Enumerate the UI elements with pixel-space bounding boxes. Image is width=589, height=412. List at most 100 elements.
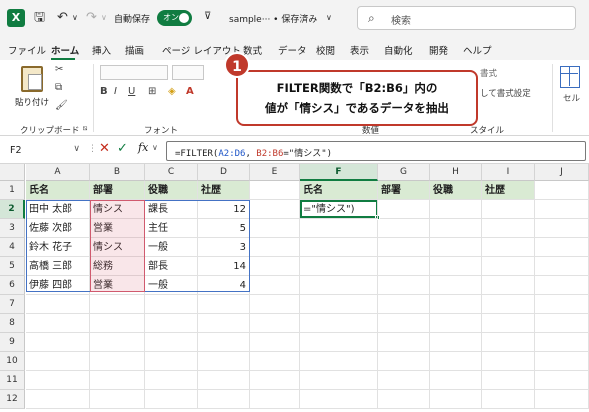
clipboard-launcher-icon[interactable]: ⧅ xyxy=(83,124,87,133)
cells-label[interactable]: セル xyxy=(563,92,580,104)
tab-file[interactable]: ファイル xyxy=(8,43,46,57)
row-header[interactable]: 12 xyxy=(0,390,25,409)
header-cell[interactable]: 役職 xyxy=(145,181,198,200)
font-color-icon[interactable]: A xyxy=(186,86,194,97)
column-header[interactable]: C xyxy=(145,164,198,181)
column-header[interactable]: H xyxy=(430,164,482,181)
name-box-dropdown-icon[interactable]: ∨ xyxy=(73,144,80,154)
row-header[interactable]: 2 xyxy=(0,200,25,219)
table-format-label[interactable]: して書式設定 xyxy=(480,87,531,99)
data-cell[interactable]: 部長 xyxy=(145,257,198,276)
grid-cell[interactable] xyxy=(300,257,378,276)
data-cell[interactable]: 高橋 三郎 xyxy=(26,257,90,276)
data-cell[interactable]: 課長 xyxy=(145,200,198,219)
spreadsheet-grid[interactable]: A B C D E F G H I J 1 2 3 4 5 6 7 8 9 10 11 12 氏名 部署 役職 社歴 氏名 部署 役職社… xyxy=(0,164,589,412)
conditional-format-label[interactable]: 書式 xyxy=(480,67,497,79)
bold-icon[interactable]: B xyxy=(100,86,108,97)
grid-cell[interactable] xyxy=(482,314,535,333)
grid-cell[interactable] xyxy=(482,371,535,390)
grid-cell[interactable] xyxy=(535,257,589,276)
tab-data[interactable]: データ xyxy=(278,43,307,57)
column-header[interactable]: G xyxy=(378,164,430,181)
data-cell[interactable]: 伊藤 四郎 xyxy=(26,276,90,295)
data-cell[interactable]: 12 xyxy=(198,200,250,219)
name-box[interactable]: F2 ∨ xyxy=(4,142,84,160)
column-header[interactable]: J xyxy=(535,164,589,181)
grid-cell[interactable] xyxy=(378,238,430,257)
grid-cell[interactable] xyxy=(250,333,300,352)
grid-cell[interactable] xyxy=(430,333,482,352)
grid-cell[interactable] xyxy=(300,390,378,409)
data-cell[interactable]: 田中 太郎 xyxy=(26,200,90,219)
grid-cell[interactable] xyxy=(482,276,535,295)
header-cell[interactable]: 氏名 xyxy=(26,181,90,200)
data-cell[interactable]: 営業 xyxy=(90,219,145,238)
grid-cell[interactable] xyxy=(145,295,198,314)
borders-icon[interactable]: ⊞ xyxy=(148,86,156,97)
grid-cell[interactable] xyxy=(535,276,589,295)
insert-function-icon[interactable]: fx xyxy=(138,141,148,154)
row-header[interactable]: 11 xyxy=(0,371,25,390)
grid-cell[interactable] xyxy=(250,390,300,409)
data-cell[interactable]: 総務 xyxy=(90,257,145,276)
grid-cell[interactable] xyxy=(300,333,378,352)
data-cell[interactable]: 一般 xyxy=(145,238,198,257)
grid-cell[interactable] xyxy=(250,219,300,238)
paste-icon[interactable] xyxy=(21,66,43,92)
data-cell[interactable]: 4 xyxy=(198,276,250,295)
grid-cell[interactable] xyxy=(378,352,430,371)
output-header-cell[interactable]: 役職 xyxy=(430,181,482,200)
output-header-cell[interactable]: 社歴 xyxy=(482,181,535,200)
italic-icon[interactable]: I xyxy=(114,86,117,97)
grid-cell[interactable] xyxy=(482,390,535,409)
grid-cell[interactable] xyxy=(198,295,250,314)
data-cell[interactable]: 一般 xyxy=(145,276,198,295)
customize-toolbar-icon[interactable]: ⊽ xyxy=(204,11,211,22)
tab-home[interactable]: ホーム xyxy=(51,43,79,57)
grid-cell[interactable] xyxy=(535,219,589,238)
grid-cell[interactable] xyxy=(300,238,378,257)
grid-cell[interactable] xyxy=(26,314,90,333)
column-header[interactable]: I xyxy=(482,164,535,181)
data-cell[interactable]: 営業 xyxy=(90,276,145,295)
tab-view[interactable]: 表示 xyxy=(350,43,369,57)
grid-cell[interactable] xyxy=(430,219,482,238)
font-size-box[interactable] xyxy=(172,65,204,80)
data-cell[interactable]: 3 xyxy=(198,238,250,257)
grid-cell[interactable] xyxy=(250,371,300,390)
grid-cell[interactable] xyxy=(482,219,535,238)
cut-icon[interactable]: ✂ xyxy=(55,64,63,75)
row-header[interactable]: 3 xyxy=(0,219,25,238)
column-header[interactable]: A xyxy=(26,164,90,181)
grid-cell[interactable] xyxy=(300,371,378,390)
grid-cell[interactable] xyxy=(26,333,90,352)
grid-cell[interactable] xyxy=(535,200,589,219)
grid-cell[interactable] xyxy=(482,295,535,314)
grid-cell[interactable] xyxy=(482,257,535,276)
tab-draw[interactable]: 描画 xyxy=(125,43,144,57)
data-cell[interactable]: 5 xyxy=(198,219,250,238)
underline-icon[interactable]: U xyxy=(128,86,135,97)
filename-dropdown-icon[interactable]: ∨ xyxy=(326,9,332,27)
data-cell[interactable]: 佐藤 次郎 xyxy=(26,219,90,238)
redo-dropdown-icon[interactable]: ∨ xyxy=(101,9,107,27)
save-icon[interactable]: 🖫 xyxy=(34,9,45,27)
grid-cell[interactable] xyxy=(250,276,300,295)
data-cell[interactable]: 14 xyxy=(198,257,250,276)
grid-cell[interactable] xyxy=(250,181,300,200)
autosave-toggle[interactable]: オン xyxy=(157,10,192,26)
grid-cell[interactable] xyxy=(300,352,378,371)
row-header[interactable]: 6 xyxy=(0,276,25,295)
row-header[interactable]: 7 xyxy=(0,295,25,314)
grid-cell[interactable] xyxy=(378,390,430,409)
grid-cell[interactable] xyxy=(378,276,430,295)
grid-cell[interactable] xyxy=(90,314,145,333)
data-cell[interactable]: 主任 xyxy=(145,219,198,238)
tab-automate[interactable]: 自動化 xyxy=(384,43,413,57)
grid-cell[interactable] xyxy=(90,371,145,390)
tab-insert[interactable]: 挿入 xyxy=(92,43,111,57)
row-header[interactable]: 4 xyxy=(0,238,25,257)
header-cell[interactable]: 社歴 xyxy=(198,181,250,200)
enter-entry-icon[interactable]: ✓ xyxy=(117,141,128,156)
grid-cell[interactable] xyxy=(535,333,589,352)
